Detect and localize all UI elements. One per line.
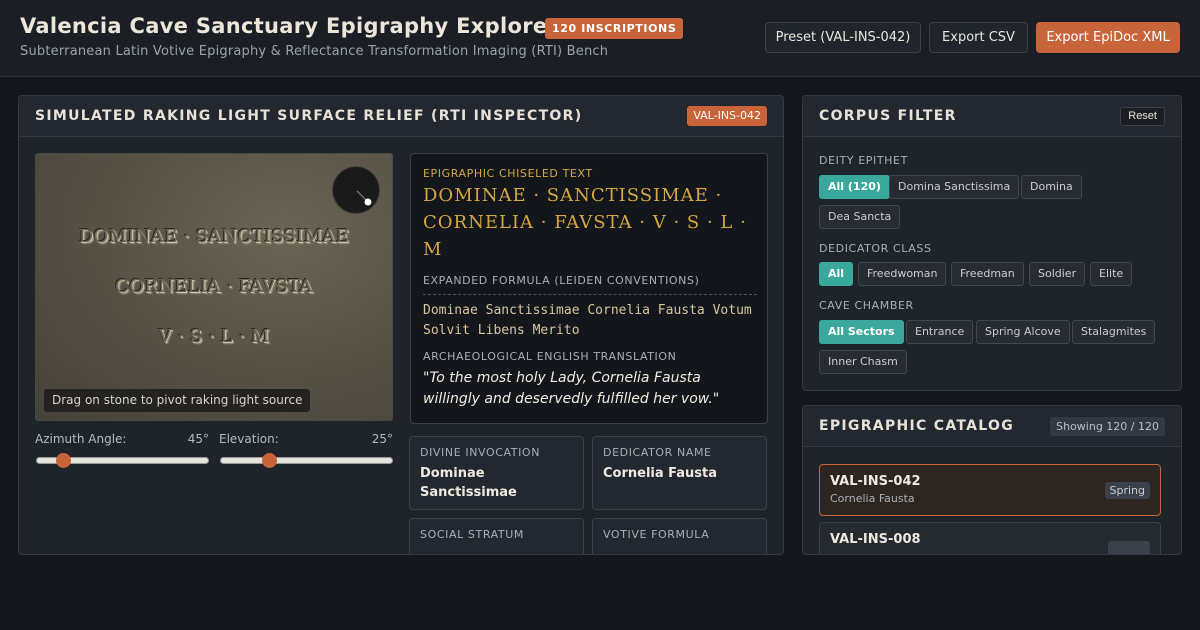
stone-line-1: DOMINAE · SANCTISSIMAE: [78, 226, 350, 247]
catalog-item[interactable]: VAL-INS-042 Cornelia Fausta Spring: [819, 464, 1161, 516]
chip-chamber-entrance[interactable]: Entrance: [906, 320, 974, 344]
preset-button[interactable]: Preset (VAL-INS-042): [765, 22, 921, 53]
divine-invocation-card: DIVINE INVOCATION Dominae Sanctissimae: [409, 436, 584, 510]
chip-chamber-inner-chasm[interactable]: Inner Chasm: [819, 350, 907, 374]
elevation-label: Elevation:: [219, 432, 279, 446]
catalog-title: EPIGRAPHIC CATALOG: [819, 418, 1015, 434]
catalog-item-id: VAL-INS-042: [830, 474, 921, 489]
stone-line-3: V · S · L · M: [158, 326, 270, 347]
elevation-slider-thumb[interactable]: [261, 453, 277, 468]
epigraphic-text-card: EPIGRAPHIC CHISELED TEXT DOMINAE · SANCT…: [410, 153, 768, 424]
cave-chamber-label: CAVE CHAMBER: [819, 299, 914, 312]
azimuth-value: 45°: [187, 432, 209, 446]
votive-formula-card: VOTIVE FORMULA: [592, 518, 767, 554]
azimuth-slider[interactable]: [36, 453, 209, 468]
app-header: Valencia Cave Sanctuary Epigraphy Explor…: [0, 0, 1200, 77]
expanded-formula-label: EXPANDED FORMULA (LEIDEN CONVENTIONS): [423, 274, 700, 287]
translation-label: ARCHAEOLOGICAL ENGLISH TRANSLATION: [423, 350, 677, 363]
catalog-item[interactable]: VAL-INS-008: [819, 522, 1161, 554]
expanded-formula-text: Dominae Sanctissimae Cornelia Fausta Vot…: [423, 303, 752, 338]
inspector-title: SIMULATED RAKING LIGHT SURFACE RELIEF (R…: [35, 108, 583, 124]
chip-dedicator-all[interactable]: All: [819, 262, 854, 286]
social-stratum-label: SOCIAL STRATUM: [420, 528, 524, 541]
export-csv-button[interactable]: Export CSV: [929, 22, 1028, 53]
drag-hint: Drag on stone to pivot raking light sour…: [44, 389, 311, 412]
reset-filter-button[interactable]: Reset: [1120, 107, 1165, 126]
light-direction-compass-icon[interactable]: [332, 166, 380, 214]
stone-relief-canvas[interactable]: DOMINAE · SANCTISSIMAE CORNELIA · FAVSTA…: [35, 153, 393, 421]
votive-formula-label: VOTIVE FORMULA: [603, 528, 710, 541]
inscription-count-badge: 120 INSCRIPTIONS: [545, 18, 684, 39]
deity-epithet-label: DEITY EPITHET: [819, 154, 908, 167]
epigraphic-catalog-panel: EPIGRAPHIC CATALOG Showing 120 / 120 VAL…: [802, 405, 1182, 555]
elevation-value: 25°: [371, 432, 393, 446]
chip-dedicator-elite[interactable]: Elite: [1090, 262, 1133, 286]
chiseled-text: DOMINAE · SANCTISSIMAE · CORNELIA · FAVS…: [423, 185, 747, 260]
social-stratum-card: SOCIAL STRATUM: [409, 518, 584, 554]
catalog-count: Showing 120 / 120: [1050, 417, 1165, 436]
catalog-item-chamber-tag: [1108, 541, 1150, 554]
chip-chamber-all-sectors[interactable]: All Sectors: [819, 320, 904, 344]
chip-deity-all[interactable]: All (120): [819, 175, 890, 199]
divine-invocation-value: Dominae Sanctissimae: [420, 466, 517, 500]
app-title: Valencia Cave Sanctuary Epigraphy Explor…: [20, 14, 559, 38]
chiseled-text-label: EPIGRAPHIC CHISELED TEXT: [423, 167, 593, 180]
rti-inspector-panel: SIMULATED RAKING LIGHT SURFACE RELIEF (R…: [18, 95, 784, 555]
catalog-item-chamber-tag: Spring: [1104, 482, 1150, 499]
stone-line-2: CORNELIA · FAVSTA: [115, 276, 313, 297]
chip-deity-domina[interactable]: Domina: [1021, 175, 1082, 199]
azimuth-label: Azimuth Angle:: [35, 432, 127, 446]
elevation-slider[interactable]: [220, 453, 393, 468]
divider: [423, 294, 757, 295]
catalog-item-name: Cornelia Fausta: [830, 492, 915, 505]
dedicator-name-label: DEDICATOR NAME: [603, 446, 712, 459]
chip-deity-dea-sancta[interactable]: Dea Sancta: [819, 205, 901, 229]
dedicator-class-label: DEDICATOR CLASS: [819, 242, 932, 255]
inscription-id-badge: VAL-INS-042: [687, 106, 767, 126]
chip-dedicator-soldier[interactable]: Soldier: [1029, 262, 1086, 286]
corpus-filter-panel: CORPUS FILTER Reset DEITY EPITHET All (1…: [802, 95, 1182, 391]
export-epidoc-button[interactable]: Export EpiDoc XML: [1036, 22, 1180, 53]
filter-title: CORPUS FILTER: [819, 108, 957, 124]
dedicator-name-value: Cornelia Fausta: [603, 466, 718, 481]
app-subtitle: Subterranean Latin Votive Epigraphy & Re…: [20, 44, 609, 59]
dedicator-name-card: DEDICATOR NAME Cornelia Fausta: [592, 436, 767, 510]
chip-deity-domina-sanctissima[interactable]: Domina Sanctissima: [889, 175, 1020, 199]
chip-dedicator-freedwoman[interactable]: Freedwoman: [858, 262, 947, 286]
catalog-item-id: VAL-INS-008: [830, 532, 921, 547]
chip-chamber-stalagmites[interactable]: Stalagmites: [1072, 320, 1156, 344]
translation-text: "To the most holy Lady, Cornelia Fausta …: [423, 370, 720, 407]
azimuth-slider-thumb[interactable]: [55, 453, 71, 468]
chip-dedicator-freedman[interactable]: Freedman: [951, 262, 1024, 286]
chip-chamber-spring-alcove[interactable]: Spring Alcove: [976, 320, 1070, 344]
divine-invocation-label: DIVINE INVOCATION: [420, 446, 541, 459]
